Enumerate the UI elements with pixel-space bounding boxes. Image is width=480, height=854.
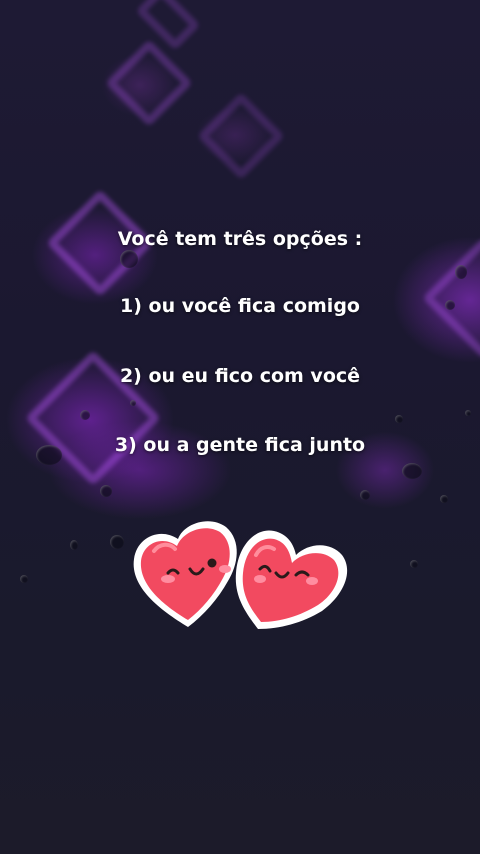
water-drop bbox=[410, 560, 418, 568]
option-1-text: 1) ou você fica comigo bbox=[120, 295, 360, 317]
water-drop bbox=[395, 415, 403, 423]
water-drop bbox=[70, 540, 78, 550]
left-heart-icon bbox=[133, 521, 237, 627]
water-drop bbox=[110, 535, 124, 549]
water-drop bbox=[130, 400, 136, 406]
water-drop bbox=[80, 410, 90, 420]
water-drop bbox=[455, 265, 467, 279]
water-drop bbox=[440, 495, 448, 503]
water-drop bbox=[360, 490, 370, 500]
water-drop bbox=[100, 485, 112, 497]
water-drop bbox=[120, 250, 138, 268]
message-title: Você tem três opções : bbox=[117, 228, 363, 250]
water-drop bbox=[465, 410, 471, 416]
water-drop bbox=[20, 575, 28, 583]
option-2-text: 2) ou eu fico com você bbox=[119, 365, 361, 387]
two-smiling-hearts-icon bbox=[133, 521, 348, 629]
right-heart-icon bbox=[235, 530, 348, 629]
water-drop bbox=[402, 463, 422, 479]
option-3-text: 3) ou a gente fica junto bbox=[114, 434, 366, 456]
